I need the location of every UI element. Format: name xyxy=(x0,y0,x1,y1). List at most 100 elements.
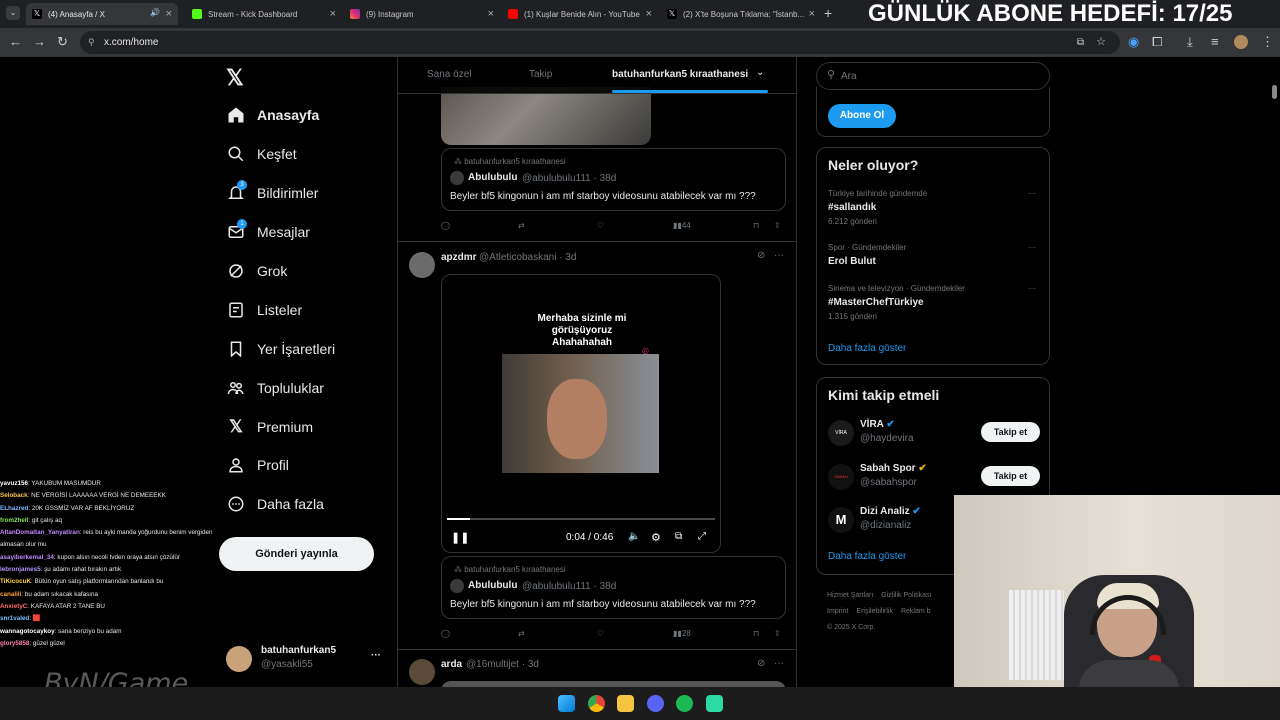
pip-icon[interactable]: ⧉ xyxy=(675,531,682,542)
new-tab-button[interactable]: + xyxy=(824,5,832,21)
download-icon[interactable]: ⤓ xyxy=(1187,34,1193,50)
retweet-icon[interactable]: ⇄ xyxy=(518,629,525,638)
avatar[interactable] xyxy=(409,252,435,278)
views-icon[interactable]: ▮▮ 28 xyxy=(673,629,691,638)
share-icon[interactable]: ⇪ xyxy=(774,629,781,638)
share-icon[interactable]: ⇪ xyxy=(774,221,781,230)
nav-profile[interactable]: Profil xyxy=(227,456,289,474)
windows-start-icon[interactable] xyxy=(558,695,575,712)
more-icon[interactable]: ··· xyxy=(774,658,784,669)
media-control-icon[interactable]: ≡ xyxy=(1211,34,1219,49)
follow-suggestion[interactable]: SABAH Sabah Spor ✔ @sabahspor Takip et xyxy=(828,462,1050,498)
speaker-icon[interactable]: 🔊 xyxy=(150,8,160,17)
footer-link[interactable]: Imprint xyxy=(827,608,848,615)
post-media-image[interactable] xyxy=(441,87,651,145)
footer-link[interactable]: Hizmet Şartları xyxy=(827,592,873,599)
like-icon[interactable]: ♡ xyxy=(597,629,604,638)
close-tab-icon[interactable]: × xyxy=(166,8,172,20)
account-switcher[interactable]: batuhanfurkan5 @yasakli55 ··· xyxy=(226,642,386,682)
x-logo-icon[interactable]: 𝕏 xyxy=(226,65,244,91)
trend-item[interactable]: Spor · Gündemdekiler Erol Bulut ··· xyxy=(828,243,1040,271)
url-field[interactable]: ⚲ x.com/home ⧉ ☆ xyxy=(80,31,1120,54)
nav-bookmarks[interactable]: Yer İşaretleri xyxy=(227,340,335,358)
trend-item[interactable]: Sinema ve televizyon · Gündemdekiler #Ma… xyxy=(828,284,1040,324)
browser-tab-kick[interactable]: Stream - Kick Dashboard × xyxy=(186,3,342,25)
chrome-icon[interactable] xyxy=(588,695,605,712)
grok-icon[interactable]: ⊘ xyxy=(757,658,765,669)
video-progress-track[interactable] xyxy=(447,518,715,520)
back-icon[interactable]: ← xyxy=(9,34,22,49)
extensions-puzzle-icon[interactable]: ⧠ xyxy=(1152,34,1162,50)
close-tab-icon[interactable]: × xyxy=(330,8,336,20)
who-to-follow-show-more-link[interactable]: Daha fazla göster xyxy=(828,551,906,562)
nav-more[interactable]: Daha fazla xyxy=(227,495,324,513)
nav-grok[interactable]: Grok xyxy=(227,262,287,280)
nav-explore[interactable]: Keşfet xyxy=(227,145,297,163)
bookmark-icon[interactable]: ⊓ xyxy=(753,221,759,230)
profile-avatar-icon[interactable] xyxy=(1234,35,1248,49)
more-icon[interactable]: ··· xyxy=(774,250,784,261)
like-icon[interactable]: ♡ xyxy=(597,221,604,230)
footer-link[interactable]: Erişilebilirlik xyxy=(856,608,893,615)
trends-show-more-link[interactable]: Daha fazla göster xyxy=(828,343,906,354)
more-icon[interactable]: ··· xyxy=(1028,243,1036,252)
views-icon[interactable]: ▮▮ 44 xyxy=(673,221,691,230)
avatar[interactable] xyxy=(409,659,435,685)
volume-icon[interactable]: 🔈 xyxy=(628,531,640,542)
nav-lists[interactable]: Listeler xyxy=(227,301,302,319)
extension-icon[interactable]: ◉ xyxy=(1128,34,1139,50)
tab-following[interactable]: Takip xyxy=(529,69,552,80)
nav-messages[interactable]: 1 Mesajlar xyxy=(227,219,310,241)
close-tab-icon[interactable]: × xyxy=(488,8,494,20)
close-tab-icon[interactable]: × xyxy=(646,8,652,20)
follow-suggestion[interactable]: M Dizi Analiz ✔ @dizianaliz xyxy=(828,505,958,541)
spotify-icon[interactable] xyxy=(676,695,693,712)
quoted-post[interactable]: ⁂ batuhanfurkan5 kıraathanesi Abulubulu … xyxy=(441,148,786,211)
footer-link[interactable]: Reklam b xyxy=(901,608,931,615)
pause-icon[interactable]: ❚❚ xyxy=(451,531,469,544)
bookmark-star-icon[interactable]: ☆ xyxy=(1096,31,1106,54)
subscribe-button[interactable]: Abone Ol xyxy=(828,104,896,128)
nav-premium[interactable]: 𝕏 Premium xyxy=(227,417,313,436)
more-icon[interactable]: ··· xyxy=(1028,189,1036,198)
browser-tab-x-search[interactable]: 𝕏 (2) X'te Boşuna Tıklama: "İstanb... × xyxy=(661,3,821,25)
file-explorer-icon[interactable] xyxy=(617,695,634,712)
reload-icon[interactable]: ↻ xyxy=(57,34,68,50)
reply-icon[interactable]: ◯ xyxy=(441,629,450,638)
follow-button[interactable]: Takip et xyxy=(981,422,1040,442)
chevron-down-icon[interactable]: ⌄ xyxy=(756,67,764,78)
more-icon[interactable]: ··· xyxy=(1028,284,1036,293)
fullscreen-icon[interactable]: ⤢ xyxy=(698,531,706,542)
video-player[interactable]: Merhaba sizinle mi görüşüyoruz Ahahahaha… xyxy=(441,274,721,553)
grok-icon[interactable]: ⊘ xyxy=(757,250,765,261)
quoted-post[interactable]: ⁂ batuhanfurkan5 kıraathanesi Abulubulu … xyxy=(441,556,786,619)
nav-notifications[interactable]: 3 Bildirimler xyxy=(227,180,318,202)
browser-tab-youtube[interactable]: (1) Kuşlar Benide Alın - YouTube × xyxy=(502,3,658,25)
browser-tab-x-home[interactable]: 𝕏 (4) Anasayfa / X 🔊 × xyxy=(26,3,178,25)
settings-icon[interactable]: ⚙ xyxy=(651,531,661,544)
trend-item[interactable]: Türkiye tarihinde gündemde #sallandık 6.… xyxy=(828,189,1040,229)
nav-communities[interactable]: Topluluklar xyxy=(227,379,324,397)
browser-tab-instagram[interactable]: (9) Instagram × xyxy=(344,3,500,25)
tab-search-button[interactable]: ⌄ xyxy=(6,6,20,20)
close-tab-icon[interactable]: × xyxy=(809,8,815,20)
page-scrollbar[interactable] xyxy=(1272,85,1277,99)
follow-button[interactable]: Takip et xyxy=(981,466,1040,486)
forward-icon[interactable]: → xyxy=(33,34,46,49)
nav-home[interactable]: Anasayfa xyxy=(227,106,319,124)
tab-for-you[interactable]: Sana özel xyxy=(427,69,471,80)
retweet-icon[interactable]: ⇄ xyxy=(518,221,525,230)
bookmark-icon[interactable]: ⊓ xyxy=(753,629,759,638)
follow-suggestion[interactable]: VİRA VİRA ✔ @haydevira Takip et xyxy=(828,418,1050,454)
tab-community[interactable]: batuhanfurkan5 kıraathanesi xyxy=(612,69,748,80)
more-icon[interactable]: ··· xyxy=(371,650,381,661)
search-input[interactable]: ⚲ Ara xyxy=(816,62,1050,90)
install-app-icon[interactable]: ⧉ xyxy=(1077,31,1084,54)
post-author[interactable]: arda xyxy=(441,659,462,670)
site-info-icon[interactable]: ⚲ xyxy=(88,31,95,54)
reply-icon[interactable]: ◯ xyxy=(441,221,450,230)
footer-link[interactable]: Gizlilik Politikası xyxy=(881,592,931,599)
post-author[interactable]: apzdmr xyxy=(441,252,477,263)
post-button[interactable]: Gönderi yayınla xyxy=(219,537,374,571)
discord-icon[interactable] xyxy=(647,695,664,712)
